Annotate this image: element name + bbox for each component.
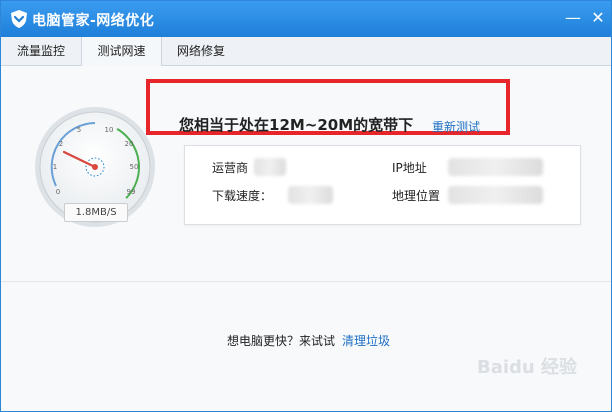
gauge-tick-label: 0 [56,188,60,196]
gauge-hub [92,164,98,170]
network-info-card: 运营商 IP地址 下载速度： 地理位置 [184,145,581,225]
gauge-tick-label: 10 [105,126,114,134]
shield-logo-icon [11,10,27,28]
close-button[interactable]: ✕ [587,7,609,29]
isp-value-redacted [254,158,286,176]
cleanup-prompt: 想电脑更快？来试试 [227,334,336,348]
window-title: 电脑管家-网络优化 [32,13,155,29]
tab-speed-test[interactable]: 测试网速 [81,37,162,66]
speed-test-panel: 0 1 2 5 10 20 50 99 1.8MB/S 您相当于处在12M~20… [1,66,611,411]
title-bar[interactable]: 电脑管家-网络优化 — ✕ [1,1,611,37]
isp-label: 运营商 [212,161,249,175]
ip-label: IP地址 [392,161,427,175]
location-label: 地理位置 [392,189,441,203]
gauge-tick-label: 99 [127,188,136,196]
gauge-tick-label: 1 [53,163,57,171]
section-divider [1,281,611,282]
retest-link[interactable]: 重新测试 [432,118,480,135]
download-speed-label: 下载速度： [212,189,273,203]
location-value-redacted [448,186,543,204]
tab-network-repair[interactable]: 网络修复 [161,37,241,65]
watermark-logo: Baidu 经验 [476,357,577,378]
tab-bar: 流量监控 测试网速 网络修复 [1,37,611,66]
speed-readout: 1.8MB/S [64,203,128,222]
app-window: 电脑管家-网络优化 — ✕ 流量监控 测试网速 网络修复 0 1 2 5 10 … [0,0,612,412]
gauge-tick-label: 5 [77,126,81,134]
tab-traffic-monitor[interactable]: 流量监控 [1,37,81,65]
gauge-tick-label: 2 [59,140,63,148]
gauge-tick-label: 20 [125,140,134,148]
download-speed-value-redacted [288,186,333,204]
cleanup-junk-link[interactable]: 清理垃圾 [342,332,390,349]
bandwidth-result-headline: 您相当于处在12M~20M的宽带下 [179,116,414,134]
ip-value-redacted [448,158,543,176]
minimize-button[interactable]: — [562,7,584,29]
gauge-tick-label: 50 [130,163,139,171]
